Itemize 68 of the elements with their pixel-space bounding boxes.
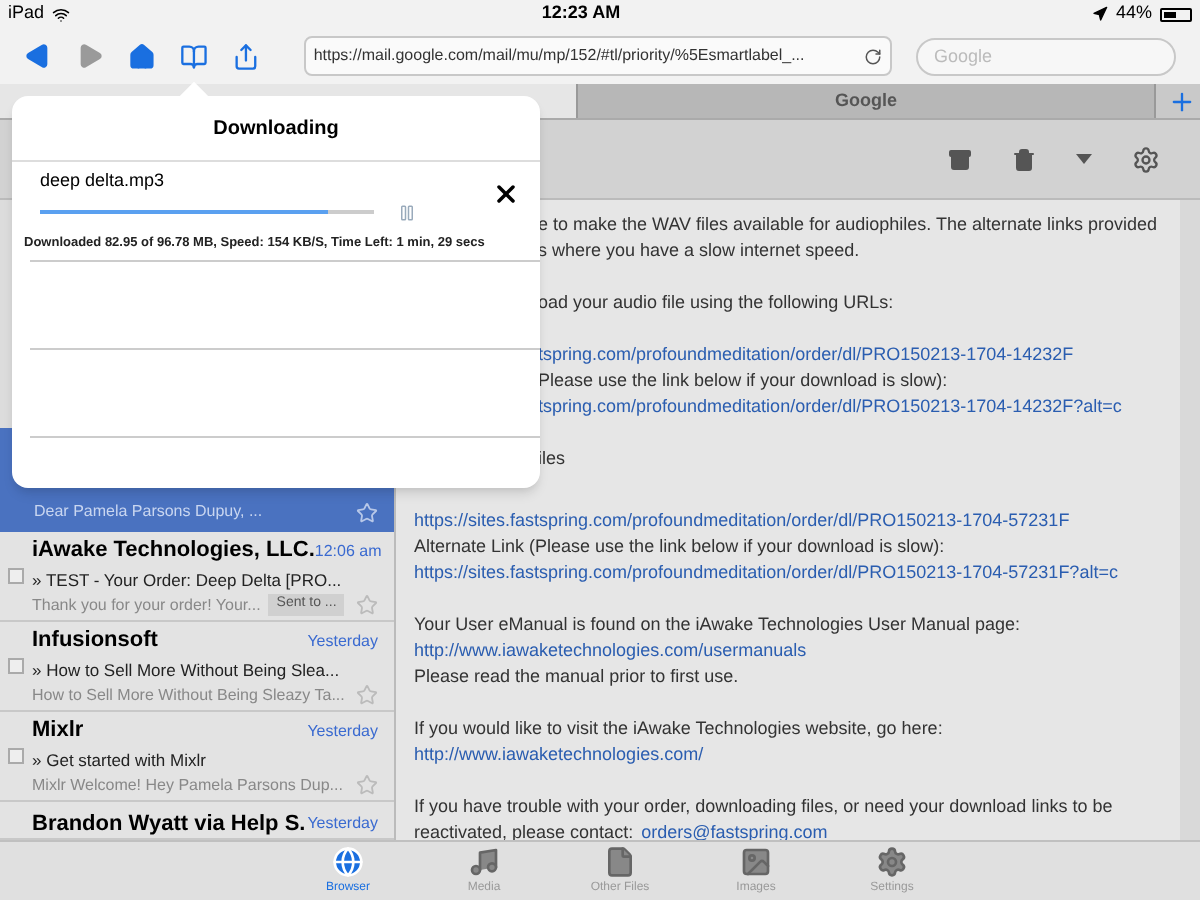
text-line: If you would like to visit the iAwake Technologies website, go here: bbox=[414, 716, 943, 742]
checkbox[interactable] bbox=[8, 658, 24, 674]
email-row[interactable]: Infusionsoft Yesterday » How to Sell More Without Being Slea... How to Sell More Without Being Sleazy Ta... bbox=[0, 622, 394, 712]
trash-icon[interactable] bbox=[1012, 147, 1036, 171]
reload-icon[interactable] bbox=[864, 47, 883, 65]
text-line: oad your audio file using the following URLs: bbox=[538, 290, 894, 316]
globe-icon bbox=[332, 845, 364, 877]
new-tab-icon[interactable] bbox=[1168, 88, 1196, 116]
star-icon[interactable] bbox=[356, 774, 378, 797]
bookmarks-icon[interactable] bbox=[179, 41, 208, 71]
close-icon[interactable] bbox=[492, 180, 520, 209]
device-name: iPad bbox=[8, 0, 45, 27]
star-icon[interactable] bbox=[356, 684, 378, 707]
email-time: Yesterday bbox=[307, 719, 378, 744]
checkbox[interactable] bbox=[8, 748, 24, 764]
music-note-icon bbox=[468, 845, 500, 877]
email-subject: » How to Sell More Without Being Slea... bbox=[32, 657, 340, 684]
clock: 12:23 AM bbox=[541, 0, 621, 27]
email-time: Yesterday bbox=[307, 629, 378, 654]
link[interactable]: tspring.com/profoundmeditation/order/dl/PRO150213-1704-14232F bbox=[538, 342, 1074, 368]
file-icon bbox=[604, 845, 636, 877]
link[interactable]: tspring.com/profoundmeditation/order/dl/PRO150213-1704-14232F?alt=c bbox=[538, 394, 1122, 420]
share-icon[interactable] bbox=[231, 41, 260, 71]
home-icon[interactable] bbox=[128, 41, 156, 71]
email-sender: iAwake Technologies, LLC. bbox=[32, 536, 315, 567]
email-snippet: Mixlr Welcome! Hey Pamela Parsons Dup... bbox=[32, 773, 343, 798]
archive-icon[interactable] bbox=[948, 147, 972, 171]
email-subject: » TEST - Your Order: Deep Delta [PRO... bbox=[32, 567, 342, 594]
star-icon[interactable] bbox=[356, 594, 378, 617]
email-sender: Brandon Wyatt via Help S. bbox=[32, 810, 306, 840]
caret-icon[interactable] bbox=[1076, 154, 1092, 164]
text-line: Please read the manual prior to first use. bbox=[414, 664, 739, 690]
gear-icon bbox=[876, 845, 908, 877]
back-button[interactable] bbox=[24, 42, 52, 70]
pause-icon[interactable] bbox=[398, 203, 416, 221]
text-line: If you have trouble with your order, downloading files, or need your download links to be bbox=[414, 794, 1113, 820]
checkbox[interactable] bbox=[8, 568, 24, 584]
text-line: reactivated, please contact: bbox=[414, 820, 634, 846]
link[interactable]: https://sites.fastspring.com/profoundmeditation/order/dl/PRO150213-1704-57231F bbox=[414, 508, 1070, 534]
link[interactable]: http://www.iawaketechnologies.com/ bbox=[414, 742, 704, 768]
battery-percent: 44% bbox=[1115, 0, 1152, 27]
text-line: Alternate Link (Please use the link below if your download is slow): bbox=[414, 534, 945, 560]
forward-button[interactable] bbox=[76, 42, 104, 70]
page-tab[interactable]: Google bbox=[578, 84, 1156, 118]
url-field[interactable]: https://mail.google.com/mail/mu/mp/152/#tl/priority/%5Esmartlabel_... bbox=[303, 36, 893, 76]
picture-icon bbox=[740, 845, 772, 877]
star-icon[interactable] bbox=[356, 502, 378, 524]
text-line: Your User eManual is found on the iAwake Technologies User Manual page: bbox=[414, 612, 1021, 638]
battery-icon bbox=[1160, 7, 1192, 21]
email-time: 12:06 am bbox=[314, 539, 382, 564]
email-snippet: How to Sell More Without Being Sleazy Ta... bbox=[32, 683, 345, 708]
file-name: deep delta.mp3 bbox=[40, 168, 167, 194]
email-sender: Mixlr bbox=[32, 716, 84, 747]
settings-icon[interactable] bbox=[1132, 145, 1160, 173]
email-time: Yesterday bbox=[307, 812, 378, 837]
email-sender: Infusionsoft bbox=[32, 626, 158, 657]
search-field[interactable]: Google bbox=[916, 37, 1177, 75]
email-subject: » Get started with Mixlr bbox=[32, 747, 206, 774]
email-row[interactable]: Mixlr Yesterday » Get started with Mixlr Mixlr Welcome! Hey Pamela Parsons Dup... bbox=[0, 712, 394, 802]
email-snippet: Dear Pamela Parsons Dupuy, ... bbox=[34, 500, 263, 524]
email-snippet: Thank you for your order! Your... bbox=[32, 593, 261, 618]
link[interactable]: https://sites.fastspring.com/profoundmeditation/order/dl/PRO150213-1704-57231F?alt=c bbox=[414, 560, 1118, 586]
link[interactable]: orders@fastspring.com bbox=[641, 820, 828, 846]
location-icon bbox=[1091, 6, 1108, 22]
email-row[interactable]: Brandon Wyatt via Help S.Yesterday bbox=[0, 802, 394, 840]
popover-title: Downloading bbox=[211, 116, 341, 144]
link[interactable]: http://www.iawaketechnologies.com/usermanuals bbox=[414, 638, 807, 664]
wifi-icon bbox=[52, 5, 71, 23]
